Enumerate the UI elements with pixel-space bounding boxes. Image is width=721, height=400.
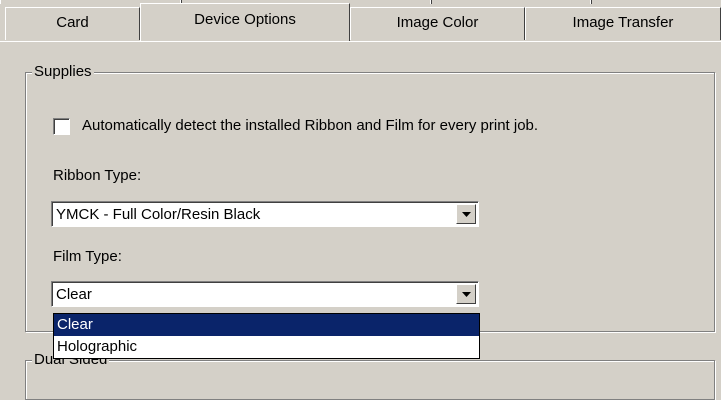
- tab-label: Image Transfer: [572, 14, 674, 31]
- tab-image-color[interactable]: Image Color: [350, 7, 525, 40]
- supplies-legend: Supplies: [32, 63, 94, 81]
- dual-sided-group: [25, 360, 715, 400]
- film-type-label: Film Type:: [53, 248, 122, 265]
- chevron-down-icon: [462, 212, 471, 217]
- tab-strip-border: [0, 41, 721, 42]
- upper-tab-row: [0, 0, 721, 5]
- film-option-clear[interactable]: Clear: [54, 314, 479, 336]
- auto-detect-label[interactable]: Automatically detect the installed Ribbo…: [82, 117, 538, 135]
- upper-tab[interactable]: [590, 0, 721, 4]
- tab-label: Image Color: [396, 14, 479, 31]
- film-option-holographic[interactable]: Holographic: [54, 336, 479, 358]
- tab-card[interactable]: Card: [5, 7, 140, 40]
- auto-detect-checkbox[interactable]: [53, 118, 70, 135]
- tab-image-transfer[interactable]: Image Transfer: [525, 7, 721, 40]
- tab-label: Card: [56, 14, 89, 31]
- ribbon-type-value: YMCK - Full Color/Resin Black: [56, 206, 261, 223]
- tab-device-options[interactable]: Device Options: [140, 3, 350, 41]
- ribbon-type-select[interactable]: YMCK - Full Color/Resin Black: [51, 201, 479, 227]
- film-type-value: Clear: [56, 286, 92, 303]
- film-type-select[interactable]: Clear: [51, 281, 479, 307]
- chevron-down-icon: [462, 292, 471, 297]
- film-type-dropdown-button[interactable]: [456, 284, 476, 304]
- upper-tab[interactable]: [430, 0, 592, 4]
- ribbon-type-dropdown-button[interactable]: [456, 204, 476, 224]
- tab-label: Device Options: [194, 11, 296, 28]
- ribbon-type-label: Ribbon Type:: [53, 167, 142, 184]
- film-type-dropdown-list: Clear Holographic: [53, 313, 480, 359]
